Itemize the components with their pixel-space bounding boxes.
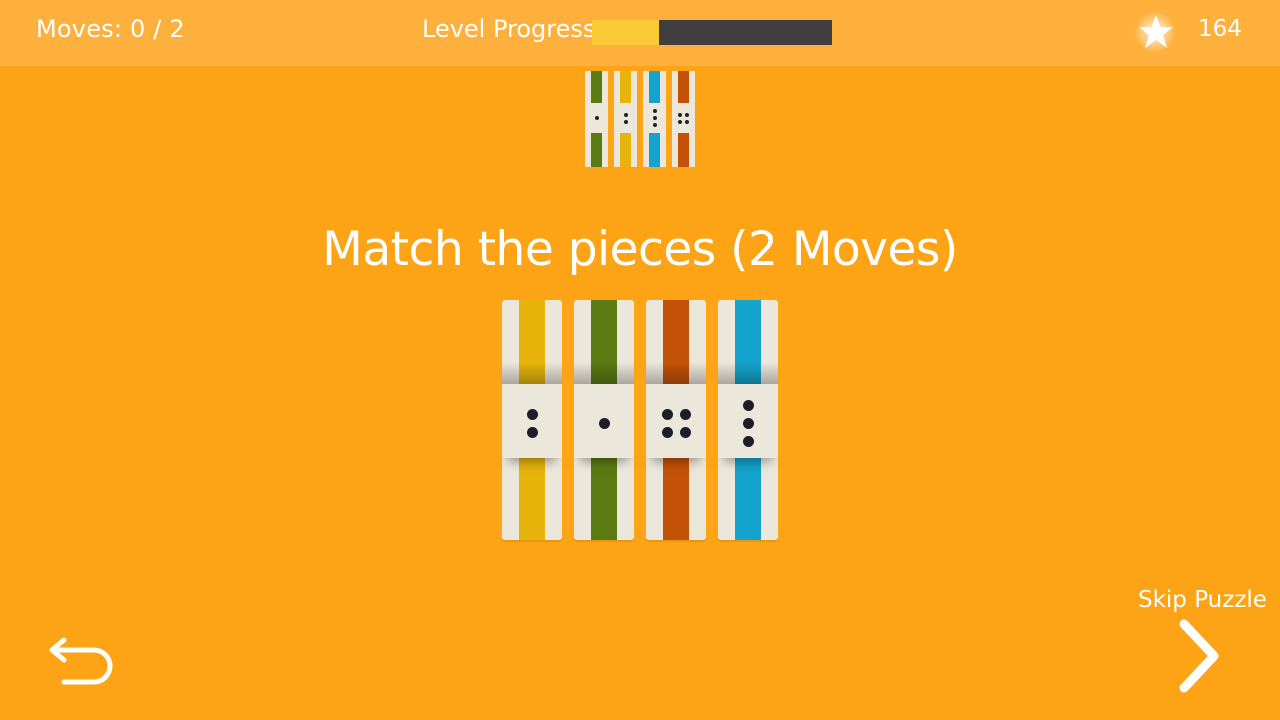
piece-band: [502, 384, 562, 458]
pip: [679, 408, 691, 420]
pip: [526, 426, 538, 438]
pip: [678, 119, 682, 124]
pip: [742, 399, 754, 411]
pip: [623, 119, 628, 124]
piece-shadow: [718, 362, 778, 384]
skip-puzzle-label: Skip Puzzle: [1138, 587, 1267, 613]
target-piece: [585, 71, 608, 167]
pip: [678, 112, 682, 117]
target-piece: [672, 71, 695, 167]
pip: [661, 408, 673, 420]
pip: [652, 109, 657, 113]
moves-counter: Moves: 0 / 2: [36, 15, 185, 43]
pip: [685, 119, 689, 124]
puzzle-piece[interactable]: [718, 300, 778, 540]
target-piece-band: [614, 103, 637, 133]
pip: [685, 112, 689, 117]
undo-arrow-icon[interactable]: [44, 636, 116, 692]
level-progress-label: Level Progress: [422, 15, 596, 43]
puzzle-piece[interactable]: [646, 300, 706, 540]
pip: [594, 116, 599, 120]
star-count: 164: [1198, 16, 1242, 42]
pip: [598, 417, 610, 429]
pip: [526, 408, 538, 420]
piece-shadow: [502, 362, 562, 384]
level-progress-bar: [592, 20, 832, 45]
pip: [652, 116, 657, 120]
piece-shadow: [574, 362, 634, 384]
piece-band: [646, 384, 706, 458]
target-piece-band: [672, 103, 695, 133]
star-icon: [1134, 11, 1176, 53]
pip: [742, 435, 754, 447]
top-bar: Moves: 0 / 2 Level Progress 164: [0, 0, 1280, 66]
target-piece: [614, 71, 637, 167]
level-progress-fill: [592, 20, 660, 45]
piece-shadow: [646, 362, 706, 384]
pip: [623, 112, 628, 117]
puzzle-piece[interactable]: [502, 300, 562, 540]
pip: [742, 417, 754, 429]
pip: [652, 123, 657, 127]
pip: [679, 426, 691, 438]
puzzle-piece[interactable]: [574, 300, 634, 540]
pip: [661, 426, 673, 438]
target-piece: [643, 71, 666, 167]
instruction-text: Match the pieces (2 Moves): [322, 222, 958, 277]
chevron-right-icon[interactable]: [1168, 616, 1230, 696]
